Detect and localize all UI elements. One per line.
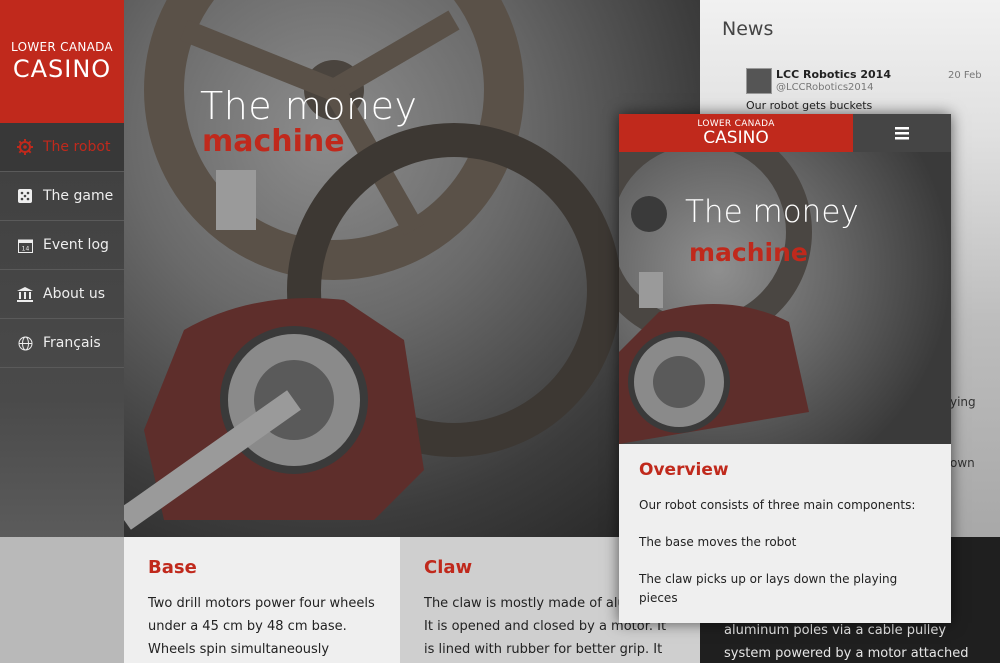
hamburger-menu-button[interactable] <box>853 114 951 152</box>
mobile-logo-main: CASINO <box>703 128 769 148</box>
base-title: Base <box>148 557 197 578</box>
nav-item-the-robot[interactable]: The robot <box>0 123 124 172</box>
nav-item-event-log[interactable]: 14 Event log <box>0 221 124 270</box>
tweet-author[interactable]: LCC Robotics 2014 <box>776 68 891 81</box>
mobile-hero-subtitle: machine <box>689 238 808 267</box>
nav-label: The game <box>43 188 114 204</box>
mobile-overview: Overview Our robot consists of three mai… <box>619 444 951 623</box>
nav-label: The robot <box>43 139 111 155</box>
overview-title: Overview <box>639 460 729 480</box>
mobile-header: LOWER CANADA CASINO <box>619 114 951 152</box>
mobile-hero-title: The money <box>685 194 859 230</box>
news-cut-text: own <box>950 456 975 470</box>
tweet-date[interactable]: 20 Feb <box>948 70 982 81</box>
calendar-icon: 14 <box>16 236 34 254</box>
news-title: News <box>722 18 774 40</box>
hero-image: The money machine <box>124 0 700 537</box>
nav-item-francais[interactable]: Français <box>0 319 124 368</box>
tweet-handle[interactable]: @LCCRobotics2014 <box>776 82 873 93</box>
globe-icon <box>16 334 34 352</box>
mobile-preview: LOWER CANADA CASINO The money machine Ov… <box>619 114 951 623</box>
footer-strip <box>0 537 124 663</box>
overview-item: The claw picks up or lays down the playi… <box>639 572 898 605</box>
nav-label: About us <box>43 286 106 302</box>
nav-label: Français <box>43 335 101 351</box>
avatar[interactable] <box>746 68 772 94</box>
base-text: Two drill motors power four wheels under… <box>148 596 375 657</box>
logo-top-text: LOWER CANADA <box>11 40 113 54</box>
flywheel-illustration <box>124 0 621 530</box>
hamburger-icon <box>895 127 909 140</box>
mobile-hero: The money machine <box>619 152 951 444</box>
nav-label: Event log <box>43 237 109 253</box>
base-panel: Base Two drill motors power four wheels … <box>124 537 400 663</box>
news-cut-text: ying <box>950 395 976 409</box>
gear-icon <box>16 138 34 156</box>
site-logo[interactable]: LOWER CANADA CASINO <box>0 0 124 123</box>
nav-item-about-us[interactable]: About us <box>0 270 124 319</box>
logo-main-text: CASINO <box>12 55 112 83</box>
dice-icon <box>16 187 34 205</box>
svg-text:14: 14 <box>21 245 29 252</box>
overview-item: Our robot consists of three main compone… <box>639 498 916 512</box>
hero-subtitle: machine <box>202 124 345 159</box>
nav-item-the-game[interactable]: The game <box>0 172 124 221</box>
overview-item: The base moves the robot <box>639 535 797 549</box>
mobile-logo[interactable]: LOWER CANADA CASINO <box>619 114 853 152</box>
hero-title: The money <box>200 84 418 128</box>
tweet-text: Our robot gets buckets <box>746 99 873 112</box>
lift-text: aluminum poles via a cable pulley system… <box>724 623 969 661</box>
building-icon <box>16 285 34 303</box>
